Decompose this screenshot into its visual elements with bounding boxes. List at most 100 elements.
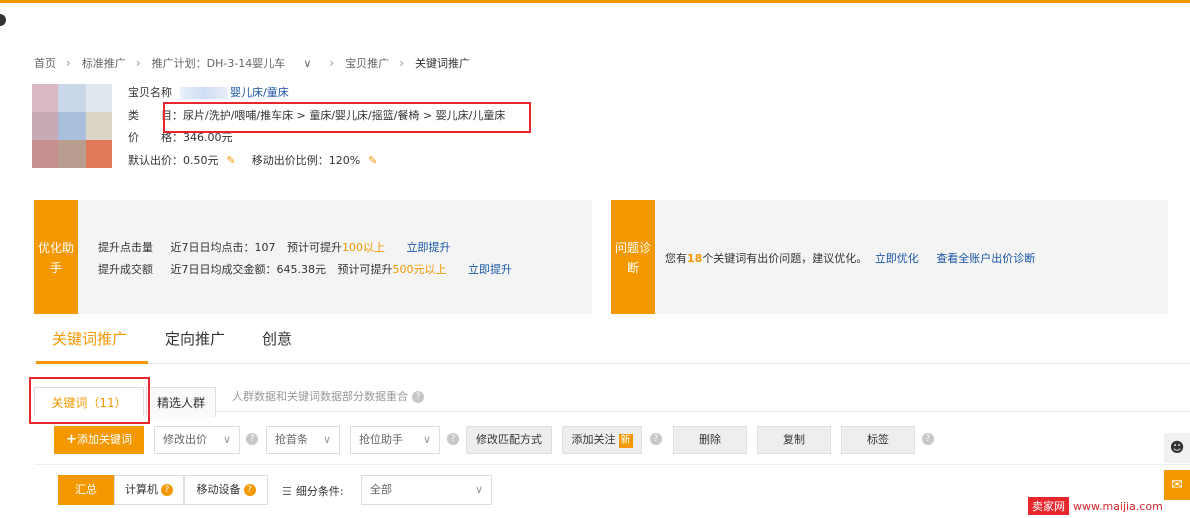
help-icon[interactable]: ? — [650, 433, 662, 445]
summary-button[interactable]: 汇总 — [58, 475, 114, 505]
optimize-row1-est-prefix: 预计可提升 — [287, 241, 342, 254]
new-badge: 新 — [618, 434, 633, 448]
computer-button[interactable]: 计算机? — [114, 475, 184, 505]
help-icon[interactable]: ? — [412, 391, 424, 403]
tab-creative[interactable]: 创意 — [262, 328, 292, 349]
diagnosis-tag-text: 问题诊断 — [614, 241, 651, 275]
chat-bubble-icon[interactable]: ✉ — [1164, 470, 1190, 500]
overlap-note-text: 人群数据和关键词数据部分数据重合 — [232, 390, 408, 403]
breadcrumb: 首页 › 标准推广 › 推广计划：DH-3-14婴儿车 ∨ › 宝贝推广 › 关… — [34, 56, 470, 70]
sub-tabs: 关键词（11） 精选人群 人群数据和关键词数据部分数据重合? — [34, 382, 1190, 417]
breadcrumb-plan[interactable]: 推广计划：DH-3-14婴儿车 — [152, 55, 286, 71]
optimize-tag-text: 优化助手 — [37, 241, 74, 275]
modify-bid-select[interactable]: 修改出价 ∨ — [154, 426, 240, 454]
computer-label: 计算机 — [125, 483, 158, 496]
device-filter-bar: 汇总 计算机? 移动设备? ☰ 细分条件: 全部 ∨ — [34, 464, 1190, 516]
chevron-down-icon[interactable]: ∨ — [303, 57, 311, 70]
help-icon[interactable]: ? — [246, 433, 258, 445]
diagnosis-count: 18 — [687, 252, 703, 265]
diagnosis-suffix: 个关键词有出价问题，建议优化。 — [702, 252, 868, 265]
mobile-device-button[interactable]: 移动设备? — [184, 475, 268, 505]
optimize-row1-link[interactable]: 立即提升 — [407, 241, 451, 254]
breadcrumb-separator-icon: › — [329, 56, 335, 70]
rank-helper-select[interactable]: 抢位助手 ∨ — [350, 426, 440, 454]
optimize-row2-stat: 近7日日均成交金额：645.38元 — [170, 263, 327, 276]
diagnosis-text: 您有18个关键词有出价问题，建议优化。 立即优化 查看全账户出价诊断 — [665, 250, 1035, 266]
optimize-assistant-panel: 优化助手 提升点击量 近7日日均点击：107 预计可提升100以上 立即提升 提… — [34, 200, 592, 314]
mobile-ratio-label: 移动出价比例： — [251, 154, 329, 167]
blurred-name-region — [180, 87, 228, 99]
mobile-ratio-value: 120% — [328, 154, 361, 167]
breadcrumb-home[interactable]: 首页 — [34, 55, 56, 71]
top-accent-bar — [0, 0, 1190, 3]
pencil-icon[interactable]: ✎ — [227, 154, 236, 167]
optimize-row-sales: 提升成交额 近7日日均成交金额：645.38元 预计可提升500元以上 立即提升 — [98, 261, 512, 277]
product-thumbnail[interactable] — [32, 84, 112, 168]
breadcrumb-standard[interactable]: 标准推广 — [82, 55, 126, 71]
chevron-down-icon: ∨ — [322, 433, 331, 446]
condition-value: 全部 — [370, 483, 392, 496]
watermark-brand: 卖家网 — [1028, 497, 1069, 515]
condition-label-text: 细分条件: — [295, 485, 344, 498]
copy-button[interactable]: 复制 — [757, 426, 831, 454]
customer-service-icon[interactable]: ☻ — [1164, 433, 1190, 463]
optimize-row2-link[interactable]: 立即提升 — [468, 263, 512, 276]
category-highlight-box — [163, 102, 531, 133]
help-icon[interactable]: ? — [447, 433, 459, 445]
breadcrumb-separator-icon: › — [66, 56, 71, 70]
delete-button[interactable]: 删除 — [673, 426, 747, 454]
optimize-row1-label: 提升点击量 — [98, 241, 153, 254]
chevron-down-icon: ∨ — [222, 433, 231, 446]
keywords-tab-highlight-box — [29, 377, 150, 424]
overlap-note: 人群数据和关键词数据部分数据重合? — [232, 388, 424, 404]
modify-bid-label: 修改出价 — [163, 433, 207, 446]
optimize-row2-est-prefix: 预计可提升 — [337, 263, 393, 276]
diagnosis-prefix: 您有 — [665, 252, 687, 265]
active-tab-underline — [36, 361, 148, 364]
segment-condition-select[interactable]: 全部 ∨ — [361, 475, 492, 505]
pencil-icon[interactable]: ✎ — [368, 154, 377, 167]
plus-icon: + — [66, 432, 77, 447]
tab-targeted-promotion[interactable]: 定向推广 — [165, 328, 225, 349]
segment-condition-label: ☰ 细分条件: — [282, 483, 344, 499]
main-tabs: 关键词推广 定向推广 创意 — [34, 320, 1190, 364]
help-icon: ? — [161, 484, 173, 496]
help-icon: ? — [243, 484, 256, 496]
site-watermark: 卖家网 www.maijia.com — [1028, 496, 1163, 516]
breadcrumb-separator-icon: › — [399, 56, 404, 70]
optimize-now-link[interactable]: 立即优化 — [875, 252, 919, 265]
optimize-row-clicks: 提升点击量 近7日日均点击：107 预计可提升100以上 立即提升 — [98, 239, 451, 255]
chevron-down-icon: ∨ — [474, 483, 483, 496]
breadcrumb-separator-icon: › — [135, 56, 141, 70]
optimize-row1-stat: 近7日日均点击：107 — [170, 241, 276, 254]
add-follow-button[interactable]: 添加关注新 — [562, 426, 642, 454]
tab-keyword-promotion[interactable]: 关键词推广 — [52, 328, 127, 349]
first-position-select[interactable]: 抢首条 ∨ — [266, 426, 340, 454]
diagnosis-tag: 问题诊断 — [611, 200, 655, 314]
account-diagnosis-link[interactable]: 查看全账户出价诊断 — [936, 252, 1035, 265]
corner-marker — [0, 14, 6, 26]
watermark-url: www.maijia.com — [1073, 499, 1163, 513]
breadcrumb-item[interactable]: 宝贝推广 — [345, 55, 389, 71]
chevron-down-icon: ∨ — [422, 433, 431, 446]
optimize-row2-label: 提升成交额 — [98, 263, 153, 276]
tag-button[interactable]: 标签 — [841, 426, 915, 454]
first-position-label: 抢首条 — [275, 433, 308, 446]
product-name-link[interactable]: 婴儿床/童床 — [230, 86, 289, 99]
add-keyword-label: 添加关键词 — [76, 433, 132, 446]
optimize-row1-est-value: 100以上 — [342, 241, 385, 254]
keyword-toolbar: +添加关键词 修改出价 ∨ ? 抢首条 ∨ 抢位助手 ∨ ? 修改匹配方式 添加关注新… — [34, 424, 1190, 456]
diagnosis-panel: 问题诊断 您有18个关键词有出价问题，建议优化。 立即优化 查看全账户出价诊断 — [611, 200, 1168, 314]
add-keyword-button[interactable]: +添加关键词 — [54, 426, 144, 454]
mobile-label: 移动设备 — [196, 483, 241, 496]
default-bid-value: 0.50元 — [183, 154, 219, 167]
product-name-label: 宝贝名称 — [128, 86, 172, 99]
optimize-tag: 优化助手 — [34, 200, 78, 314]
subtab-selected-crowd[interactable]: 精选人群 — [146, 387, 216, 417]
match-mode-button[interactable]: 修改匹配方式 — [466, 426, 552, 454]
default-bid-label: 默认出价： — [128, 154, 183, 167]
add-follow-label: 添加关注 — [571, 433, 616, 446]
help-icon[interactable]: ? — [922, 433, 934, 445]
list-icon: ☰ — [282, 485, 292, 498]
optimize-row2-est-value: 500元以上 — [392, 263, 447, 276]
